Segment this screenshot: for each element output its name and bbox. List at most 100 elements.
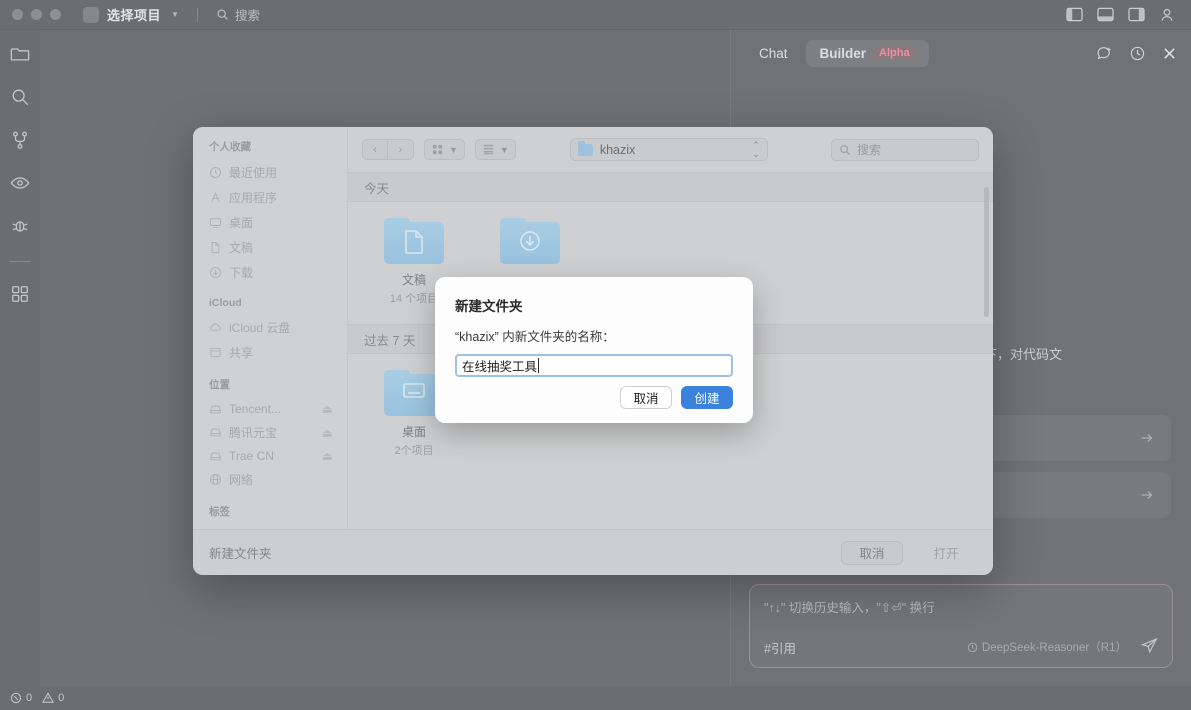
finder-scrollbar[interactable] [984, 187, 989, 317]
chevron-down-icon[interactable]: ▼ [171, 10, 179, 19]
minimize-window-button[interactable] [31, 9, 42, 20]
activity-bar-divider [9, 261, 31, 262]
titlebar-search[interactable]: 搜索 [216, 5, 260, 24]
back-button[interactable]: ‹ [362, 139, 388, 160]
sidebar-item-label: 腾讯元宝 [229, 424, 277, 441]
sidebar-item-shared[interactable]: 共享 [205, 340, 337, 365]
maximize-window-button[interactable] [50, 9, 61, 20]
finder-search-placeholder: 搜索 [857, 141, 881, 158]
tab-builder-label: Builder [820, 46, 867, 61]
drive-icon [209, 426, 222, 439]
text-caret [538, 358, 539, 373]
folder-name-input[interactable]: 在线抽奖工具 [455, 354, 733, 377]
toggle-right-panel-icon[interactable] [1128, 7, 1145, 22]
finder-open-button[interactable]: 打开 [915, 541, 977, 565]
search-icon[interactable] [10, 87, 30, 110]
sidebar-item-label: 最近使用 [229, 164, 277, 181]
dialog-create-button[interactable]: 创建 [681, 386, 733, 409]
debug-icon[interactable] [10, 216, 30, 239]
sidebar-item-label: 共享 [229, 344, 253, 361]
sidebar-item-documents[interactable]: 文稿 [205, 235, 337, 260]
download-icon [209, 266, 222, 279]
sidebar-item-label: 文稿 [229, 239, 253, 256]
explorer-icon[interactable] [10, 44, 30, 67]
cloud-icon [209, 321, 222, 334]
error-count[interactable]: 0 [10, 692, 32, 704]
icon-view-button[interactable]: ▼ [424, 139, 465, 160]
sidebar-item-recents[interactable]: 最近使用 [205, 160, 337, 185]
eject-icon[interactable]: ⏏ [322, 426, 333, 440]
warning-icon [42, 692, 54, 704]
toggle-left-panel-icon[interactable] [1066, 7, 1083, 22]
sidebar-item-desktop[interactable]: 桌面 [205, 210, 337, 235]
ide-window: 选择项目 ▼ 搜索 [0, 0, 1191, 710]
sidebar-item-label: 桌面 [229, 214, 253, 231]
eject-icon[interactable]: ⏏ [322, 449, 333, 463]
model-selector[interactable]: DeepSeek-Reasoner（R1） [967, 639, 1127, 655]
new-folder-button[interactable]: 新建文件夹 [209, 541, 272, 565]
sidebar-item-label: iCloud 云盘 [229, 319, 290, 336]
dialog-actions: 取消 创建 [455, 386, 733, 409]
sidebar-item-yuanbao[interactable]: 腾讯元宝 ⏏ [205, 420, 337, 445]
finder-search-field[interactable]: 搜索 [831, 139, 979, 161]
shared-icon [209, 346, 222, 359]
sidebar-item-applications[interactable]: 应用程序 [205, 185, 337, 210]
quote-button[interactable]: #引用 [764, 638, 796, 657]
sidebar-item-label: Trae CN [229, 449, 274, 463]
arrow-right-icon [1139, 487, 1155, 503]
dialog-cancel-button[interactable]: 取消 [620, 386, 672, 409]
sidebar-item-trae-cn[interactable]: Trae CN ⏏ [205, 445, 337, 467]
clock-icon [209, 166, 222, 179]
forward-button[interactable]: › [388, 139, 414, 160]
titlebar-search-label: 搜索 [235, 5, 260, 24]
sidebar-item-label: Tencent... [229, 402, 281, 416]
eject-icon[interactable]: ⏏ [322, 402, 333, 416]
sidebar-item-network[interactable]: 网络 [205, 467, 337, 492]
send-icon[interactable] [1141, 637, 1158, 657]
tab-builder[interactable]: Builder Alpha [806, 40, 929, 67]
error-count-label: 0 [26, 692, 32, 704]
sidebar-item-icloud-drive[interactable]: iCloud 云盘 [205, 315, 337, 340]
applications-icon [209, 191, 222, 204]
warning-count[interactable]: 0 [42, 692, 64, 704]
section-header-today: 今天 [348, 172, 993, 202]
project-selector-label[interactable]: 选择项目 [107, 5, 161, 24]
account-icon[interactable] [1159, 7, 1175, 23]
extensions-icon[interactable] [10, 284, 30, 307]
window-controls[interactable] [10, 9, 61, 20]
titlebar-actions [1066, 7, 1181, 23]
app-icon [83, 7, 99, 23]
folder-name: 桌面 [370, 423, 458, 440]
toggle-bottom-panel-icon[interactable] [1097, 7, 1114, 22]
activity-bar [0, 30, 40, 686]
source-control-icon[interactable] [10, 130, 30, 153]
model-name-label: DeepSeek-Reasoner（R1） [982, 639, 1127, 655]
new-folder-dialog: 新建文件夹 “khazix” 内新文件夹的名称： 在线抽奖工具 取消 创建 [435, 277, 753, 423]
close-window-button[interactable] [12, 9, 23, 20]
arrow-right-icon [1139, 430, 1155, 446]
sidebar-item-downloads[interactable]: 下载 [205, 260, 337, 285]
sidebar-item-label: 应用程序 [229, 189, 277, 206]
chevron-down-icon: ▼ [500, 145, 509, 155]
ai-panel-header: Chat Builder Alpha [731, 30, 1191, 76]
new-chat-icon[interactable] [1096, 45, 1113, 62]
sidebar-group-title: 标签 [209, 504, 337, 519]
preview-icon[interactable] [10, 173, 30, 196]
path-popup-button[interactable]: khazix ⌃⌄ [570, 138, 768, 161]
finder-cancel-button[interactable]: 取消 [841, 541, 903, 565]
downloads-folder-icon [500, 218, 560, 264]
history-icon[interactable] [1129, 45, 1146, 62]
sidebar-group-title: 个人收藏 [209, 139, 337, 154]
list-view-button[interactable]: ▼ [475, 139, 516, 160]
drive-icon [209, 450, 222, 463]
model-icon [967, 642, 978, 653]
sidebar-item-tencent[interactable]: Tencent... ⏏ [205, 398, 337, 420]
ai-input-box[interactable]: "↑↓" 切换历史输入，"⇧⏎" 换行 #引用 DeepSeek-Reasone… [749, 584, 1173, 668]
document-icon [209, 241, 222, 254]
list-view-icon [482, 143, 495, 156]
close-icon[interactable] [1162, 46, 1177, 61]
finder-sidebar: 个人收藏 最近使用 应用程序 桌面 文稿 [193, 127, 348, 529]
sidebar-item-label: 网络 [229, 471, 253, 488]
tab-chat[interactable]: Chat [745, 40, 802, 67]
grid-view-icon [431, 143, 444, 156]
